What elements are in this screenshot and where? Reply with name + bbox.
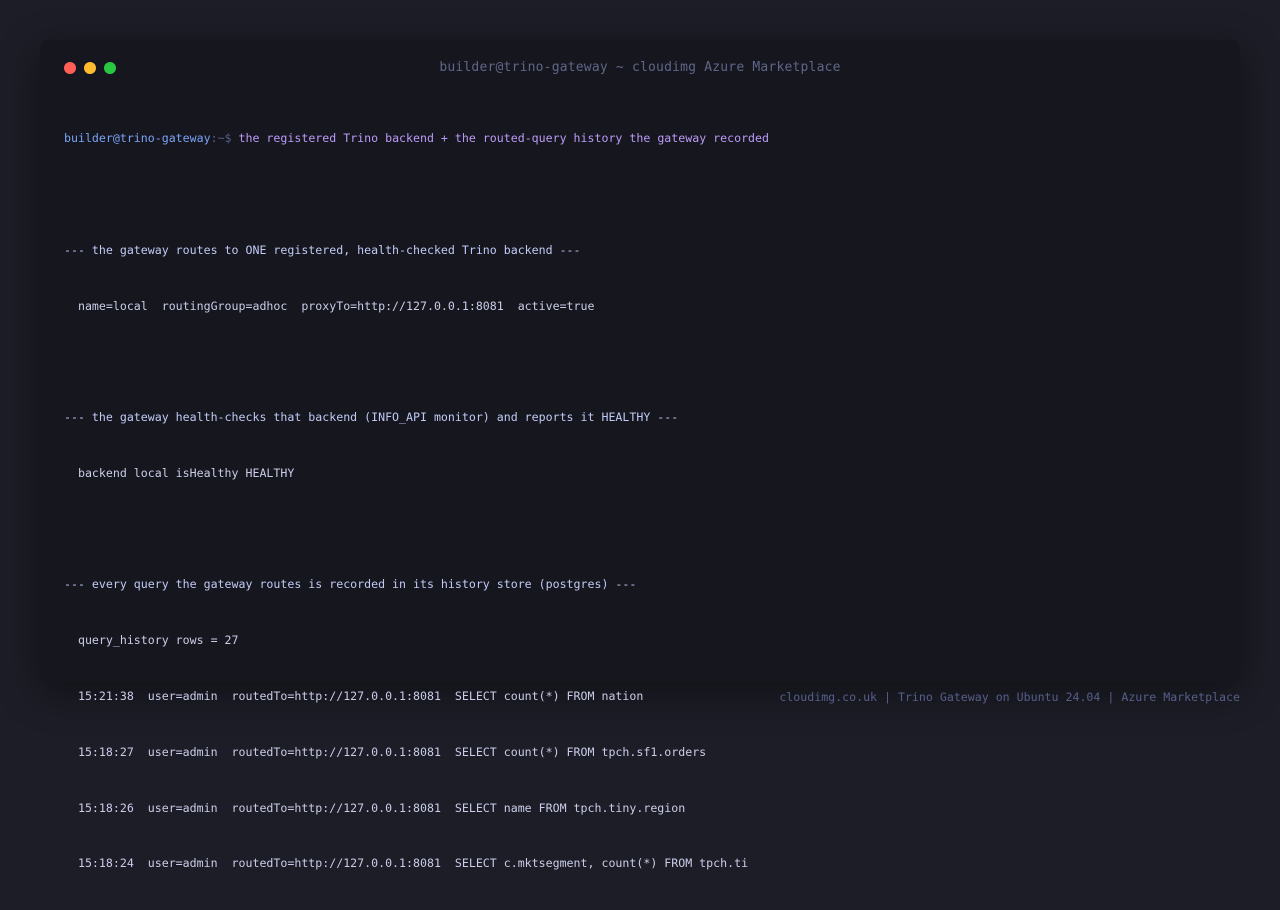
section-header-health: --- the gateway health-checks that backe…	[64, 410, 679, 425]
section-header-backend: --- the gateway routes to ONE registered…	[64, 242, 581, 257]
title-bar: builder@trino-gateway ~ cloudimg Azure M…	[40, 40, 1240, 96]
prompt-user-host: builder@trino-gateway	[64, 131, 211, 146]
terminal-window: builder@trino-gateway ~ cloudimg Azure M…	[40, 40, 1240, 870]
prompt-command: the registered Trino backend + the route…	[238, 131, 769, 146]
backend-health-line: backend local isHealthy HEALTHY	[64, 465, 295, 480]
history-row: 15:18:27 user=admin routedTo=http://127.…	[64, 744, 707, 759]
footer-caption: cloudimg.co.uk | Trino Gateway on Ubuntu…	[779, 690, 1240, 704]
history-row: 15:18:26 user=admin routedTo=http://127.…	[64, 800, 686, 815]
prompt-line: builder@trino-gateway:~$ the registered …	[64, 129, 1216, 148]
backend-registration-line: name=local routingGroup=adhoc proxyTo=ht…	[64, 298, 595, 313]
section-header-history: --- every query the gateway routes is re…	[64, 577, 637, 592]
prompt-path: :~$	[210, 131, 239, 146]
terminal-output[interactable]: builder@trino-gateway:~$ the registered …	[64, 92, 1216, 910]
history-row: 15:18:24 user=admin routedTo=http://127.…	[64, 856, 749, 871]
window-title: builder@trino-gateway ~ cloudimg Azure M…	[439, 60, 841, 75]
history-row-count: query_history rows = 27	[64, 633, 239, 648]
